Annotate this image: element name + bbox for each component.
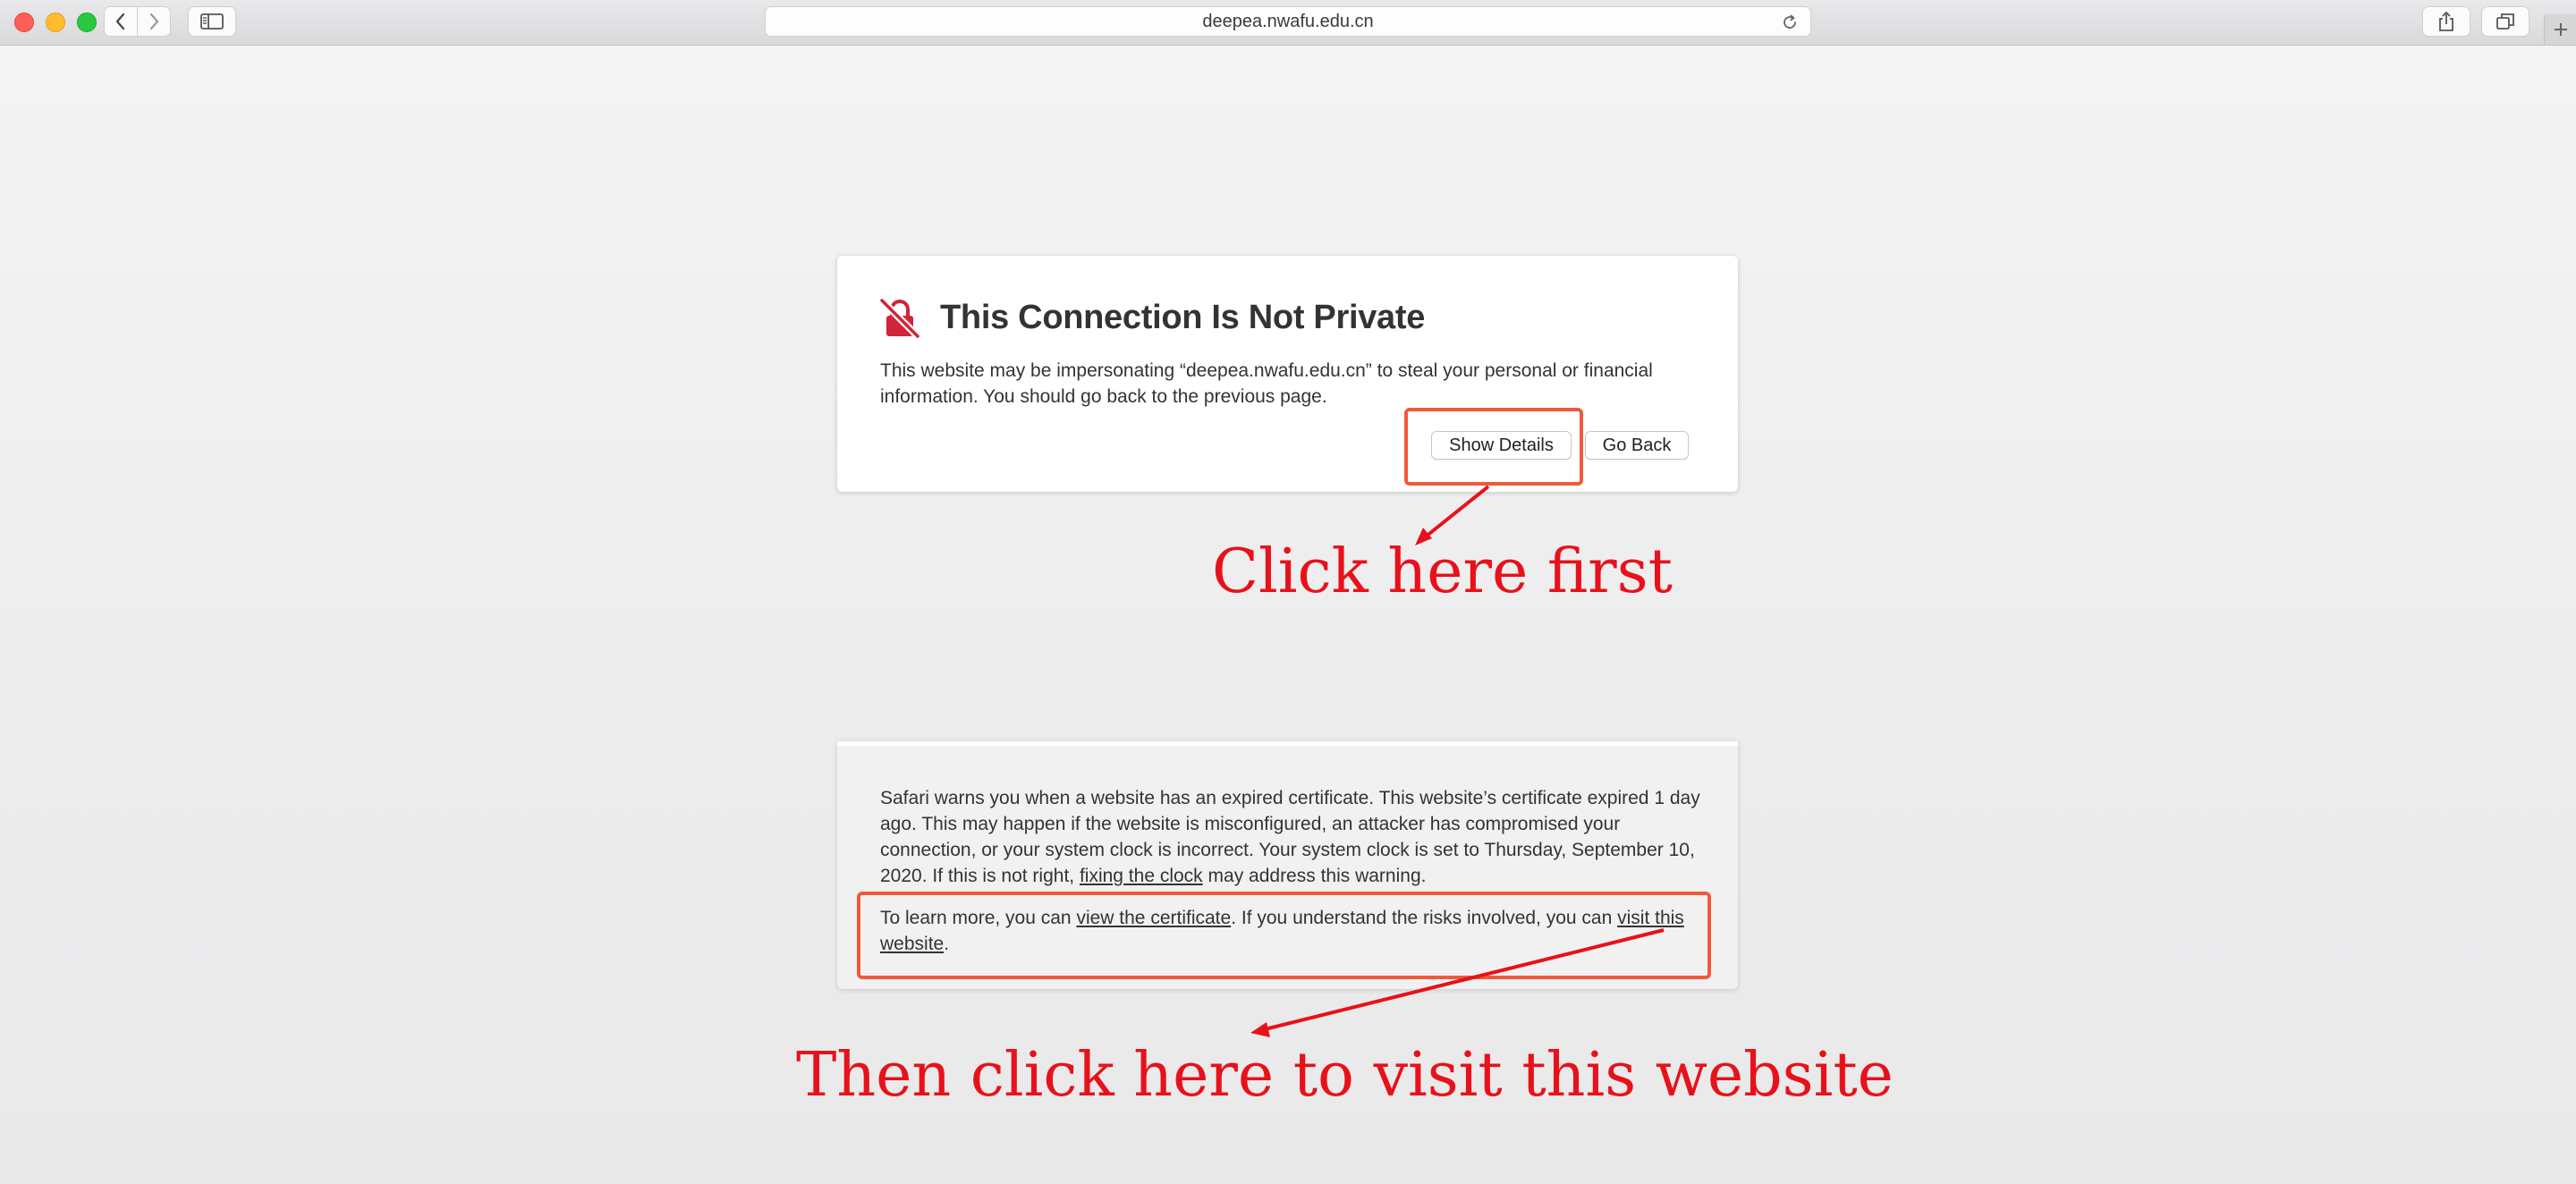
show-details-highlight	[1404, 408, 1583, 486]
chevron-right-icon	[149, 13, 159, 30]
page-content	[0, 46, 2576, 1184]
certificate-explanation-end: may address this warning.	[1202, 866, 1427, 886]
annotation-click-first: Click here first	[1212, 537, 1673, 607]
browser-toolbar: deepea.nwafu.edu.cn	[0, 0, 2576, 46]
warning-card: This Connection Is Not Private This webs…	[837, 256, 1738, 492]
forward-button[interactable]	[137, 6, 171, 37]
broken-lock-icon	[879, 298, 920, 339]
warning-title: This Connection Is Not Private	[940, 299, 1426, 336]
plus-icon	[2554, 23, 2567, 36]
address-url: deepea.nwafu.edu.cn	[1202, 11, 1374, 31]
certificate-explanation: Safari warns you when a website has an e…	[880, 785, 1703, 889]
chevron-left-icon	[115, 13, 125, 30]
tabs-overview-icon	[2496, 13, 2514, 30]
new-tab-button[interactable]	[2544, 14, 2576, 45]
go-back-button[interactable]: Go Back	[1585, 431, 1689, 460]
zoom-window-button[interactable]	[77, 13, 97, 32]
share-icon	[2439, 12, 2453, 31]
annotation-visit-website: Then click here to visit this website	[796, 1040, 1894, 1111]
back-button[interactable]	[104, 6, 138, 37]
share-button[interactable]	[2422, 6, 2470, 37]
minimize-window-button[interactable]	[46, 13, 65, 32]
reload-icon[interactable]	[1780, 13, 1800, 32]
visit-website-highlight	[857, 892, 1711, 979]
sidebar-toggle-button[interactable]	[188, 6, 236, 37]
sidebar-icon	[200, 13, 224, 30]
address-bar[interactable]: deepea.nwafu.edu.cn	[765, 6, 1811, 37]
tab-overview-button[interactable]	[2481, 6, 2529, 37]
close-window-button[interactable]	[14, 13, 34, 32]
fixing-clock-link[interactable]: fixing the clock	[1080, 866, 1203, 886]
warning-message: This website may be impersonating “deepe…	[880, 360, 1653, 407]
